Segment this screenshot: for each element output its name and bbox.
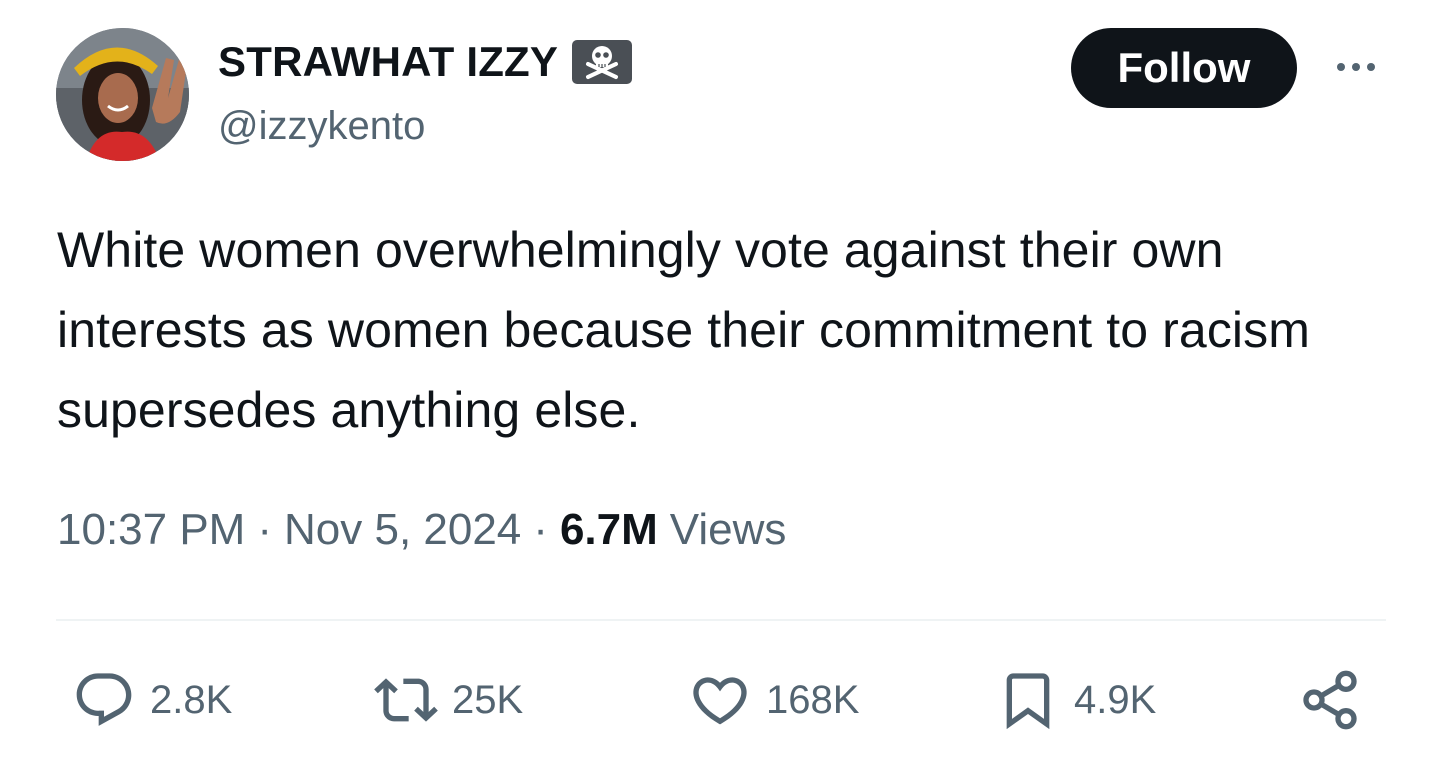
tweet-time[interactable]: 10:37 PM <box>57 505 245 555</box>
more-options-icon[interactable] <box>1326 52 1386 82</box>
bookmark-button[interactable]: 4.9K <box>996 660 1156 740</box>
share-button[interactable] <box>1298 660 1362 740</box>
heart-icon <box>693 677 747 725</box>
views-label[interactable]: Views <box>670 505 787 555</box>
tweet-card: STRAWHAT IZZY @izzykento Follow White wo… <box>0 0 1440 765</box>
meta-separator: · <box>533 505 548 554</box>
author-display-name[interactable]: STRAWHAT IZZY <box>218 38 558 86</box>
more-dot <box>1367 63 1375 71</box>
skull-crossbones-icon <box>572 40 633 84</box>
bookmark-count: 4.9K <box>1074 677 1157 722</box>
tweet-text: White women overwhelmingly vote against … <box>57 222 1310 438</box>
share-icon <box>1303 670 1357 730</box>
action-bar: 2.8K 25K 168K 4.9K <box>0 660 1440 740</box>
views-count[interactable]: 6.7M <box>560 505 658 555</box>
avatar[interactable] <box>56 28 189 161</box>
repost-icon <box>374 678 438 722</box>
like-count: 168K <box>766 677 860 722</box>
repost-count: 25K <box>452 677 524 722</box>
author-name-row: STRAWHAT IZZY <box>218 36 633 88</box>
reply-count: 2.8K <box>150 677 233 722</box>
reply-button[interactable]: 2.8K <box>72 660 232 740</box>
bookmark-icon <box>1006 673 1050 730</box>
divider <box>56 619 1386 621</box>
more-dot <box>1352 63 1360 71</box>
follow-button[interactable]: Follow <box>1071 28 1297 108</box>
meta-separator: · <box>257 505 272 554</box>
repost-button[interactable]: 25K <box>374 660 523 740</box>
like-button[interactable]: 168K <box>688 660 859 740</box>
tweet-date[interactable]: Nov 5, 2024 <box>284 505 521 555</box>
reply-icon <box>76 673 132 726</box>
avatar-image <box>56 28 189 161</box>
more-dot <box>1337 63 1345 71</box>
author-handle[interactable]: @izzykento <box>218 104 425 149</box>
tweet-meta: 10:37 PM · Nov 5, 2024 · 6.7M Views <box>57 505 786 555</box>
